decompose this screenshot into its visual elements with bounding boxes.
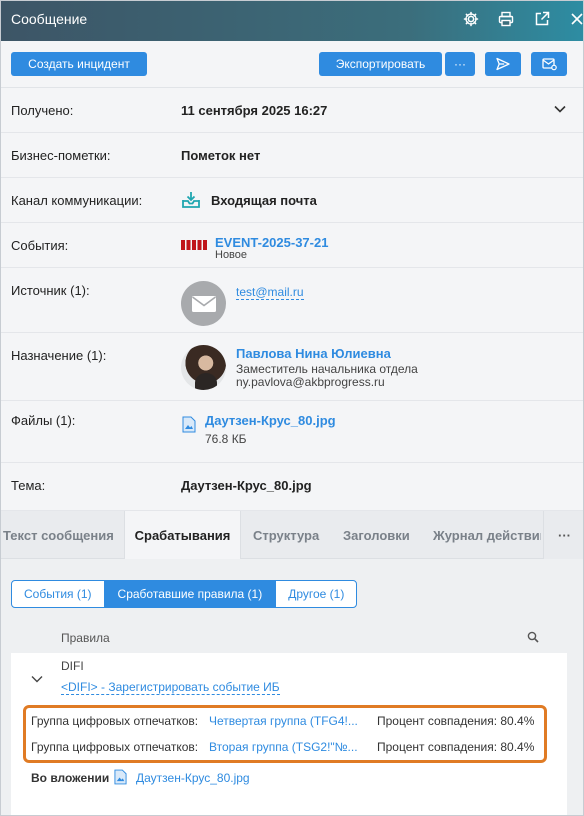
attachment-file-link[interactable]: Даутзен-Крус_80.jpg xyxy=(136,771,250,785)
attachment-label: Во вложении xyxy=(31,771,110,785)
received-label: Получено: xyxy=(11,103,74,118)
channel-value: Входящая почта xyxy=(211,193,317,208)
match-percent: Процент совпадения: 80.4% xyxy=(377,714,535,728)
avatar xyxy=(181,345,226,390)
rule-link[interactable]: <DIFI> - Зарегистрировать событие ИБ xyxy=(61,680,280,695)
tab-message-text[interactable]: Текст сообщения xyxy=(3,511,123,559)
subtab-events[interactable]: События (1) xyxy=(11,580,105,608)
destination-row: Назначение (1): Павлова Нина Юлиевна Зам… xyxy=(1,333,583,401)
gear-icon[interactable] xyxy=(461,9,481,29)
event-status: Новое xyxy=(215,249,248,261)
tab-structure[interactable]: Структура xyxy=(253,511,333,559)
destination-label: Назначение (1): xyxy=(11,348,107,363)
fingerprint-group-link[interactable]: Вторая группа (TSG2!"№... xyxy=(209,740,358,754)
subject-row: Тема: Даутзен-Крус_80.jpg xyxy=(1,463,583,511)
file-name-link[interactable]: Даутзен-Крус_80.jpg xyxy=(205,413,336,428)
business-notes-value: Пометок нет xyxy=(181,148,261,163)
channel-label: Канал коммуникации: xyxy=(11,193,143,208)
mail-settings-icon xyxy=(541,58,557,71)
source-row: Источник (1): test@mail.ru xyxy=(1,268,583,333)
send-button[interactable] xyxy=(485,52,521,76)
inbox-icon xyxy=(181,190,201,213)
destination-email: ny.pavlova@akbprogress.ru xyxy=(236,375,385,389)
mail-avatar-icon xyxy=(181,281,226,326)
external-link-icon[interactable] xyxy=(532,9,552,29)
export-button[interactable]: Экспортировать xyxy=(319,52,442,76)
files-label: Файлы (1): xyxy=(11,413,76,428)
subject-label: Тема: xyxy=(11,478,46,493)
image-file-icon xyxy=(114,769,127,788)
create-incident-button[interactable]: Создать инцидент xyxy=(11,52,147,76)
fingerprint-label: Группа цифровых отпечатков: xyxy=(31,740,199,754)
received-row: Получено: 11 сентября 2025 16:27 xyxy=(1,88,583,133)
more-actions-button[interactable]: ··· xyxy=(445,52,475,76)
tab-triggers[interactable]: Срабатывания xyxy=(124,511,241,559)
events-row: События: EVENT-2025-37-21 Новое xyxy=(1,223,583,268)
tab-headers[interactable]: Заголовки xyxy=(343,511,423,559)
print-icon[interactable] xyxy=(496,9,516,29)
tabs-more-button[interactable]: ··· xyxy=(543,511,583,559)
business-notes-row: Бизнес-пометки: Пометок нет xyxy=(1,133,583,178)
fingerprint-row: Группа цифровых отпечатков: Четвертая гр… xyxy=(31,714,534,728)
subject-value: Даутзен-Крус_80.jpg xyxy=(181,478,312,493)
toolbar: Создать инцидент Экспортировать ··· xyxy=(1,41,583,88)
tabs-bar: Текст сообщения Срабатывания Структура З… xyxy=(1,511,583,559)
events-label: События: xyxy=(11,238,69,253)
business-notes-label: Бизнес-пометки: xyxy=(11,148,111,163)
file-size: 76.8 КБ xyxy=(205,432,247,446)
message-window: Сообщение Создать инцидент Экспортироват… xyxy=(0,0,584,816)
subtabs: События (1) Сработавшие правила (1) Друг… xyxy=(11,580,358,608)
fingerprint-label: Группа цифровых отпечатков: xyxy=(31,714,199,728)
match-percent: Процент совпадения: 80.4% xyxy=(377,740,535,754)
subtab-other[interactable]: Другое (1) xyxy=(275,580,358,608)
policy-name: DIFI xyxy=(61,659,84,673)
close-icon[interactable] xyxy=(567,9,583,29)
received-value: 11 сентября 2025 16:27 xyxy=(181,103,328,118)
files-row: Файлы (1): Даутзен-Крус_80.jpg 76.8 КБ xyxy=(1,401,583,463)
chevron-down-icon[interactable] xyxy=(553,102,567,119)
destination-position: Заместитель начальника отдела xyxy=(236,362,418,376)
subtab-triggered-rules[interactable]: Сработавшие правила (1) xyxy=(104,580,276,608)
channel-row: Канал коммуникации: Входящая почта xyxy=(1,178,583,223)
mail-settings-button[interactable] xyxy=(531,52,567,76)
rules-column-header: Правила xyxy=(61,631,110,645)
source-label: Источник (1): xyxy=(11,283,90,298)
destination-name-link[interactable]: Павлова Нина Юлиевна xyxy=(236,346,391,361)
image-file-icon xyxy=(182,416,196,436)
event-id-link[interactable]: EVENT-2025-37-21 xyxy=(215,235,328,250)
chevron-down-icon[interactable] xyxy=(31,672,43,687)
title-bar: Сообщение xyxy=(1,1,583,41)
tab-action-log[interactable]: Журнал действий xyxy=(433,511,541,559)
send-icon xyxy=(496,57,510,71)
fingerprint-group-link[interactable]: Четвертая группа (TFG4!... xyxy=(209,714,358,728)
window-title: Сообщение xyxy=(11,11,88,27)
severity-bars-icon xyxy=(181,238,207,253)
source-email-link[interactable]: test@mail.ru xyxy=(236,285,304,300)
search-icon[interactable] xyxy=(527,631,539,646)
fingerprint-row: Группа цифровых отпечатков: Вторая групп… xyxy=(31,740,534,754)
